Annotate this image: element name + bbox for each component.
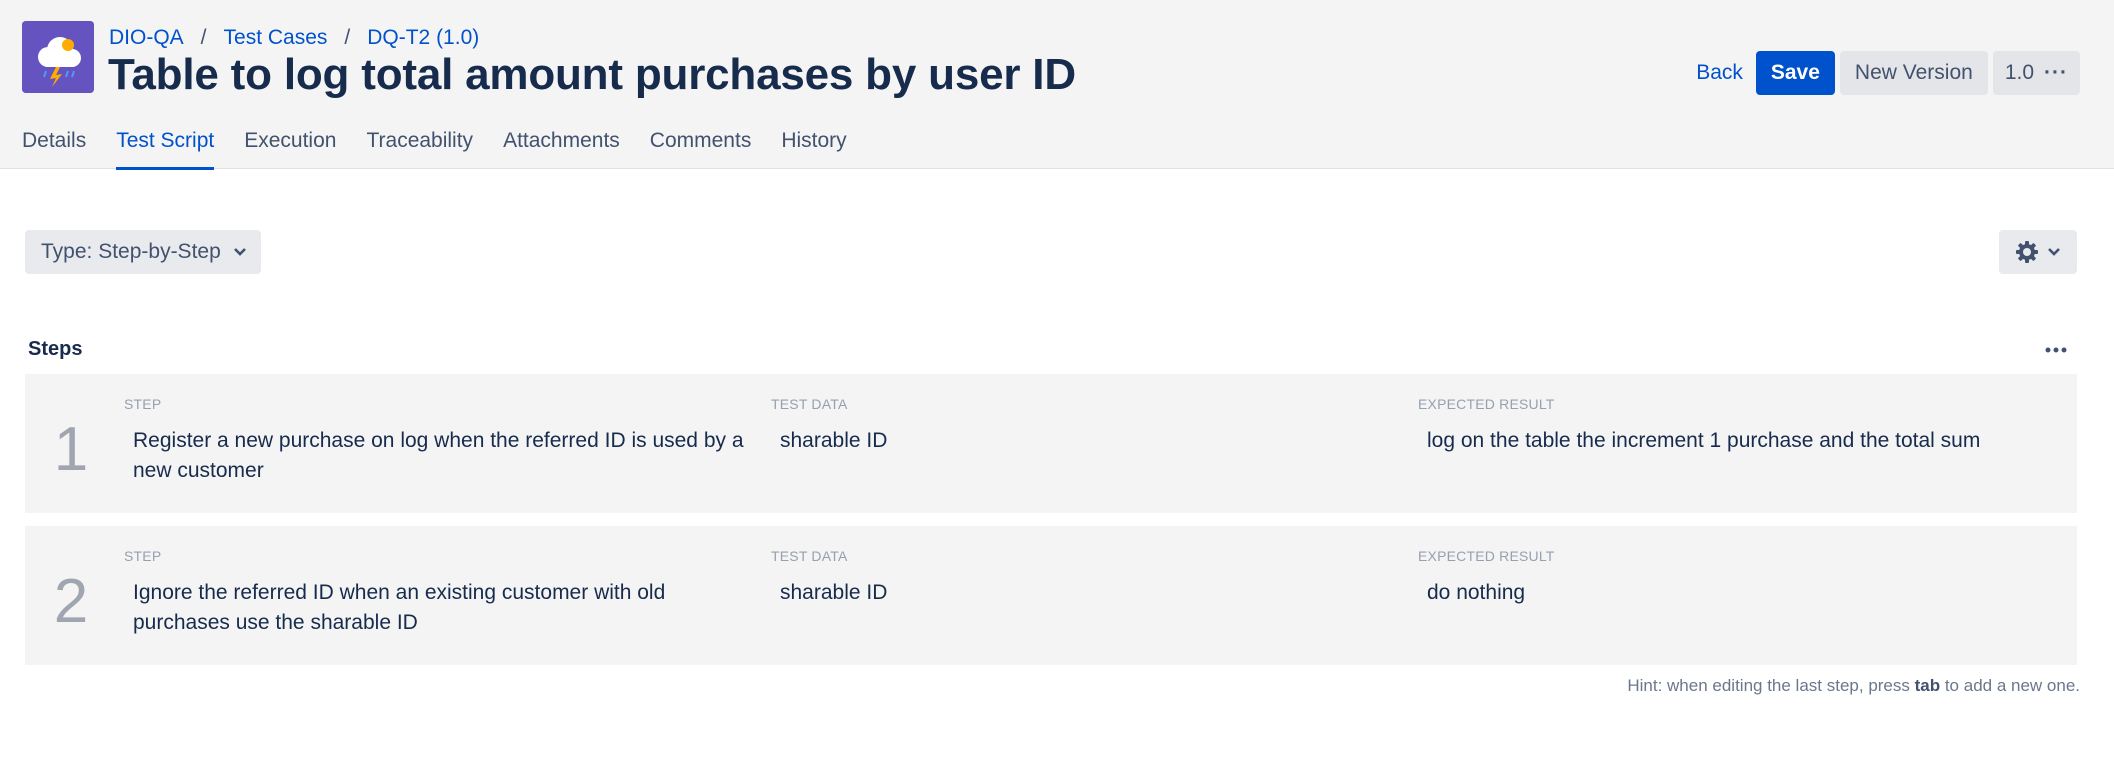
step-row[interactable]: 2 STEP Ignore the referred ID when an ex… bbox=[25, 526, 2077, 665]
header-actions: Back Save New Version 1.0 ··· bbox=[1683, 51, 2080, 95]
settings-dropdown-button[interactable] bbox=[1999, 230, 2077, 274]
chevron-down-icon bbox=[233, 248, 246, 256]
new-version-button[interactable]: New Version bbox=[1839, 51, 1988, 95]
tab-traceability[interactable]: Traceability bbox=[366, 126, 473, 169]
step-column: STEP Ignore the referred ID when an exis… bbox=[124, 548, 764, 638]
save-button[interactable]: Save bbox=[1755, 51, 1835, 95]
script-type-dropdown[interactable]: Type: Step-by-Step bbox=[25, 230, 261, 274]
back-button[interactable]: Back bbox=[1688, 51, 1751, 95]
step-test-data[interactable]: sharable ID bbox=[771, 426, 1411, 456]
step-column-label: STEP bbox=[124, 396, 162, 412]
step-column-label: STEP bbox=[124, 548, 162, 564]
breadcrumb: DIO-QA / Test Cases / DQ-T2 (1.0) bbox=[109, 24, 479, 52]
step-row[interactable]: 1 STEP Register a new purchase on log wh… bbox=[25, 374, 2077, 513]
add-step-hint: Hint: when editing the last step, press … bbox=[1627, 676, 2080, 696]
step-test-data[interactable]: sharable ID bbox=[771, 578, 1411, 608]
test-data-column: TEST DATA sharable ID bbox=[771, 396, 1411, 456]
step-description[interactable]: Ignore the referred ID when an existing … bbox=[124, 578, 764, 638]
page-header: DIO-QA / Test Cases / DQ-T2 (1.0) Table … bbox=[0, 0, 2114, 170]
expected-result-column-label: EXPECTED RESULT bbox=[1418, 548, 1555, 564]
expected-result-column: EXPECTED RESULT log on the table the inc… bbox=[1418, 396, 2058, 456]
step-expected-result[interactable]: do nothing bbox=[1418, 578, 2058, 608]
tab-attachments[interactable]: Attachments bbox=[503, 126, 620, 169]
expected-result-column: EXPECTED RESULT do nothing bbox=[1418, 548, 2058, 608]
step-expected-result[interactable]: log on the table the increment 1 purchas… bbox=[1418, 426, 2058, 456]
breadcrumb-test-case-link[interactable]: DQ-T2 (1.0) bbox=[367, 26, 479, 50]
version-menu-button[interactable]: 1.0 ··· bbox=[1992, 51, 2080, 95]
steps-section-title: Steps bbox=[28, 338, 83, 360]
step-column: STEP Register a new purchase on log when… bbox=[124, 396, 764, 486]
version-label: 1.0 bbox=[2004, 61, 2035, 84]
breadcrumb-project-link[interactable]: DIO-QA bbox=[109, 26, 184, 50]
more-horizontal-icon: ··· bbox=[2044, 61, 2068, 84]
chevron-down-icon bbox=[2048, 248, 2060, 256]
breadcrumb-separator: / bbox=[200, 26, 207, 49]
tab-bar: Details Test Script Execution Traceabili… bbox=[22, 126, 877, 170]
step-number: 2 bbox=[53, 567, 89, 636]
hint-suffix: to add a new one. bbox=[1940, 676, 2080, 695]
hint-key: tab bbox=[1914, 676, 1941, 695]
step-description[interactable]: Register a new purchase on log when the … bbox=[124, 426, 764, 486]
tab-history[interactable]: History bbox=[781, 126, 846, 169]
expected-result-column-label: EXPECTED RESULT bbox=[1418, 396, 1555, 412]
tab-test-script[interactable]: Test Script bbox=[116, 126, 215, 170]
cloud-lightning-icon bbox=[22, 21, 94, 93]
tab-details[interactable]: Details bbox=[22, 126, 86, 169]
breadcrumb-separator: / bbox=[344, 26, 351, 49]
script-type-label: Type: Step-by-Step bbox=[41, 240, 221, 263]
tab-execution[interactable]: Execution bbox=[244, 126, 336, 169]
step-number: 1 bbox=[53, 415, 89, 484]
test-data-column-label: TEST DATA bbox=[771, 548, 848, 564]
hint-prefix: Hint: when editing the last step, press bbox=[1627, 676, 1915, 695]
more-horizontal-icon[interactable] bbox=[2043, 338, 2069, 362]
project-avatar[interactable] bbox=[22, 21, 94, 93]
tab-comments[interactable]: Comments bbox=[650, 126, 752, 169]
test-data-column-label: TEST DATA bbox=[771, 396, 848, 412]
breadcrumb-test-cases-link[interactable]: Test Cases bbox=[224, 26, 328, 50]
gear-icon bbox=[2016, 241, 2038, 263]
page-title: Table to log total amount purchases by u… bbox=[108, 50, 1076, 99]
test-data-column: TEST DATA sharable ID bbox=[771, 548, 1411, 608]
